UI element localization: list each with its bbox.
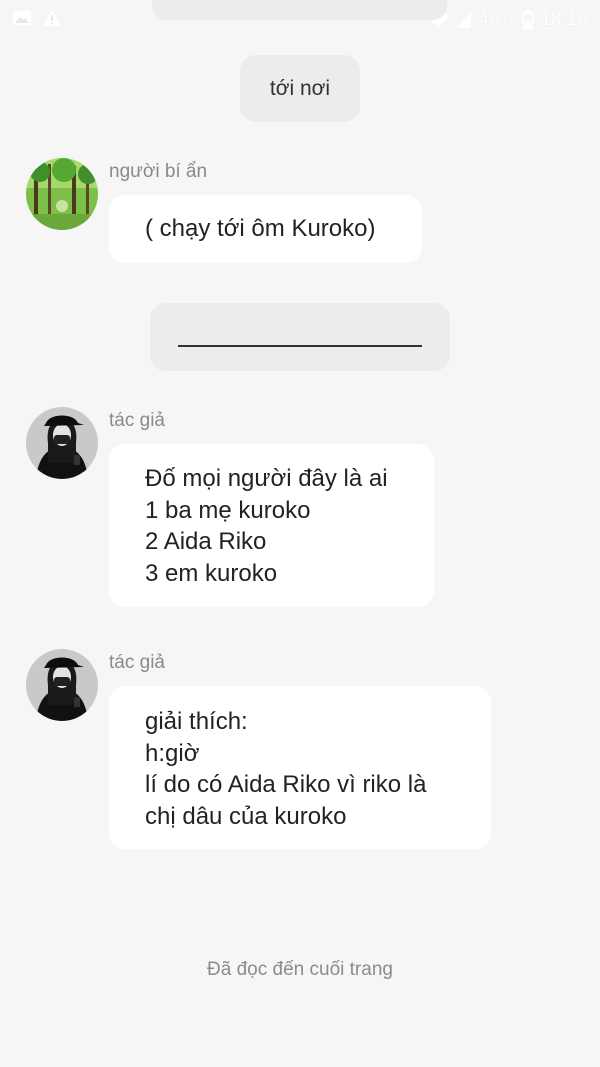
message-line: 2 Aida Riko	[145, 528, 267, 555]
sender-name: người bí ẩn	[109, 161, 208, 182]
message-line: Đố mọi người đây là ai	[145, 465, 388, 492]
system-divider	[150, 303, 450, 371]
message-bubble[interactable]: Đố mọi người đây là ai 1 ba mẹ kuroko 2 …	[109, 444, 434, 607]
system-message-text: tới nơi	[269, 76, 331, 100]
gallery-icon	[12, 9, 32, 27]
system-message: tới nơi	[240, 55, 360, 122]
message-line: 3 em kuroko	[145, 559, 278, 587]
message-line: lí do có Aida Riko vì riko là	[145, 771, 427, 798]
end-of-page-note: Đã đọc đến cuối trang	[207, 959, 393, 980]
message-line: chị dâu của kuroko	[145, 802, 347, 830]
message-bubble[interactable]: ( chạy tới ôm Kuroko)	[109, 195, 422, 263]
battery-percent: 48%	[478, 9, 517, 30]
divider-line	[178, 345, 422, 347]
message-line: giải thích:	[145, 708, 248, 735]
sender-name: tác giả	[109, 410, 165, 431]
battery-icon	[522, 10, 535, 30]
message-line: h:giờ	[145, 739, 200, 767]
clock: 18:16	[540, 9, 588, 30]
warning-icon	[42, 9, 62, 27]
girl-cap-avatar[interactable]	[26, 407, 98, 479]
message-bubble[interactable]: giải thích: h:giờ lí do có Aida Riko vì …	[109, 686, 491, 849]
partial-message-bubble	[152, 0, 447, 20]
message-line: 1 ba mẹ kuroko	[145, 496, 311, 524]
signal-icon	[456, 11, 472, 29]
girl-cap-avatar[interactable]	[26, 649, 98, 721]
forest-avatar[interactable]	[26, 158, 98, 230]
message-line: ( chạy tới ôm Kuroko)	[145, 215, 376, 242]
sender-name: tác giả	[109, 652, 165, 673]
